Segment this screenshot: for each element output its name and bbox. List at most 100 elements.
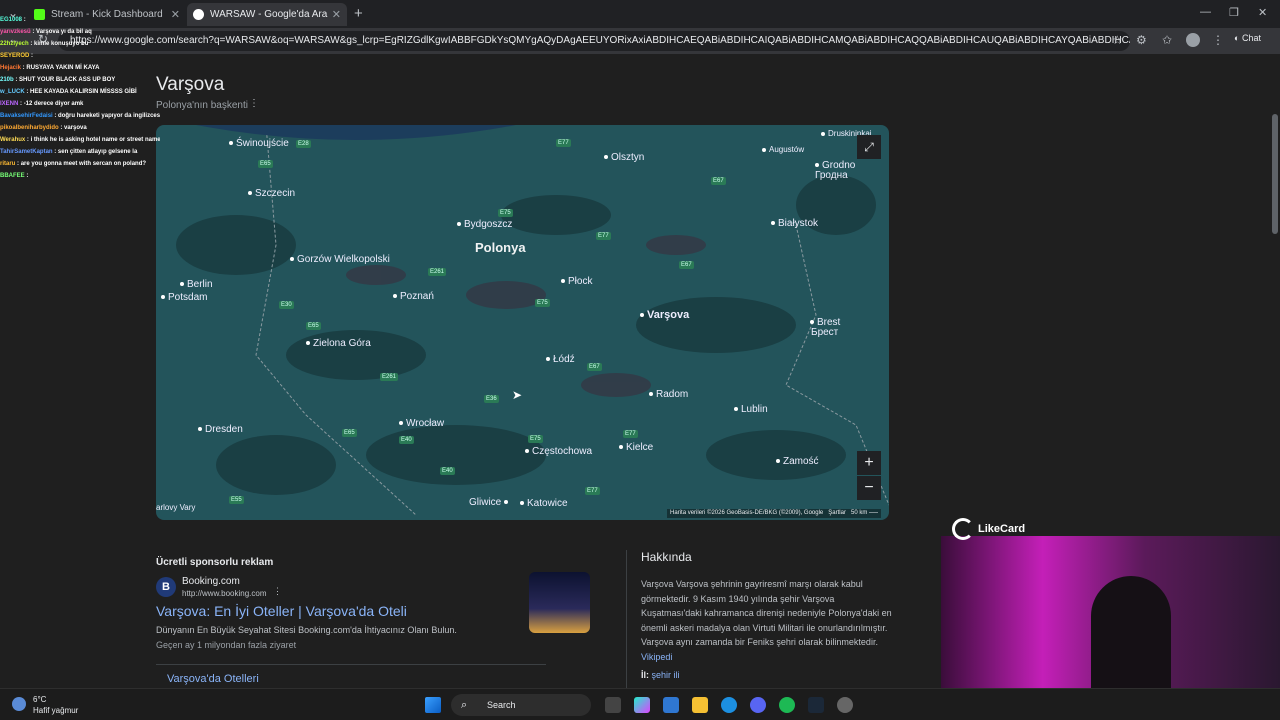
ad-thumbnail[interactable]: [529, 572, 590, 633]
chat-text: are you gonna meet with sercan on poland…: [20, 161, 147, 167]
chat-message: pikoalbeniharbydido : varşova: [0, 125, 87, 131]
google-icon: [193, 9, 204, 20]
city-label: Gliwice: [469, 497, 511, 508]
ad-site-name[interactable]: Booking.com: [182, 576, 240, 587]
city-label: Potsdam: [161, 292, 207, 303]
city-label: Bydgoszcz: [457, 219, 512, 230]
steam-icon[interactable]: [808, 697, 824, 713]
copilot-icon[interactable]: [634, 697, 650, 713]
weather-icon[interactable]: [12, 697, 26, 711]
road-label: E36: [484, 395, 499, 403]
road-label: E67: [711, 177, 726, 185]
road-label: E30: [279, 301, 294, 309]
city-label: Szczecin: [248, 188, 295, 199]
tab-strip: ⌄ Stream - Kick Dashboard ✕ WARSAW - Goo…: [0, 0, 1280, 28]
menu-icon[interactable]: ⋮: [1212, 33, 1224, 47]
chat-text: varşova: [64, 125, 87, 131]
road-label: E75: [535, 299, 550, 307]
map-attribution: Harita verileri ©2026 GeoBasis-DE/BKG (©…: [667, 509, 881, 518]
city-link[interactable]: şehir ili: [652, 670, 680, 680]
road-label: E40: [440, 467, 455, 475]
chat-text: i think he is asking hotel name or stree…: [30, 137, 160, 143]
city-label: arlovy Vary: [156, 503, 196, 512]
chat-username: w_LUCK: [0, 89, 25, 95]
chat-message: 22hzlyech : kimle konuşuyo bu: [0, 41, 89, 47]
city-label: Radom: [649, 389, 688, 400]
country-label: Polonya: [475, 240, 526, 255]
chat-message: yarıvzkesü : Varşova yı da bil aq: [0, 29, 92, 35]
ad-description: Dünyanın En Büyük Seyahat Sitesi Booking…: [156, 625, 457, 635]
new-tab-icon[interactable]: +: [354, 5, 363, 22]
ad-site-url[interactable]: http://www.booking.com: [182, 589, 266, 598]
ad-title-link[interactable]: Varşova: En İyi Oteller | Varşova'da Ote…: [156, 603, 407, 619]
chat-message: ritaru : are you gonna meet with sercan …: [0, 161, 147, 167]
road-label: E75: [498, 209, 513, 217]
chat-username: EG1008: [0, 17, 23, 23]
terms-link[interactable]: Şartlar: [828, 510, 846, 516]
chat-username: 210b: [0, 77, 14, 83]
road-label: E28: [296, 140, 311, 148]
chat-username: Werahux: [0, 137, 26, 143]
start-icon[interactable]: [425, 697, 441, 713]
chat-message: 210b : SHUT YOUR BLACK ASS UP BOY: [0, 77, 116, 83]
close-icon[interactable]: ✕: [171, 8, 180, 21]
city-label: Białystok: [771, 218, 818, 229]
star-icon[interactable]: ☆: [1112, 33, 1123, 47]
scrollbar[interactable]: [1272, 114, 1278, 234]
chat-username: BavaksehirFedaisi: [0, 113, 53, 119]
address-bar-row: ← ↻ https://www.google.com/search?q=WARS…: [0, 28, 1280, 54]
task-view-icon[interactable]: [605, 697, 621, 713]
close-icon[interactable]: ✕: [332, 8, 341, 21]
city-label: Gorzów Wielkopolski: [290, 255, 390, 265]
chat-text: kimle konuşuyo bu: [34, 41, 89, 47]
profile-icon[interactable]: [1186, 33, 1200, 47]
fullscreen-icon[interactable]: ⤢: [857, 135, 881, 159]
zoom-in-button[interactable]: +: [857, 451, 881, 475]
city-label: Łódź: [546, 354, 575, 365]
road-label: E77: [585, 487, 600, 495]
webcam-overlay: [941, 536, 1280, 688]
likecard-logo: LikeCard: [952, 518, 1025, 540]
minimize-icon[interactable]: —: [1200, 6, 1211, 18]
road-label: E261: [428, 268, 447, 276]
chat-username: 22hzlyech: [0, 41, 29, 47]
chat-message: SEYEROD :: [0, 53, 34, 59]
page-subtitle: Polonya'nın başkenti: [156, 100, 248, 111]
extensions-icon[interactable]: ⚙: [1136, 33, 1147, 47]
map[interactable]: Polonya Świnoujście Szczecin Bydgoszcz O…: [156, 125, 889, 520]
ad-options-icon[interactable]: ⋮: [273, 586, 282, 597]
discord-icon[interactable]: [750, 697, 766, 713]
search-icon: ⌕: [461, 699, 468, 711]
file-explorer-icon[interactable]: [692, 697, 708, 713]
city-label: Płock: [561, 276, 592, 287]
chat-message: IXENN : -12 derece diyor amk: [0, 101, 84, 107]
chat-message: Hejacik : RUSYAYA YAKIN Mİ KAYA: [0, 65, 100, 71]
spotify-icon[interactable]: [779, 697, 795, 713]
chat-button[interactable]: ◐ Chat: [1234, 33, 1261, 43]
url-field[interactable]: https://www.google.com/search?q=WARSAW&o…: [58, 31, 1130, 51]
store-icon[interactable]: [663, 697, 679, 713]
sitelink[interactable]: Varşova'da Otelleri: [167, 673, 259, 685]
chat-text: SHUT YOUR BLACK ASS UP BOY: [19, 77, 116, 83]
app-icon[interactable]: [837, 697, 853, 713]
restore-icon[interactable]: ❐: [1229, 6, 1239, 19]
chat-username: ritaru: [0, 161, 16, 167]
zoom-out-button[interactable]: −: [857, 476, 881, 500]
weather-widget[interactable]: 6°C Hafif yağmur: [33, 694, 78, 716]
more-options-icon[interactable]: ⋮: [249, 98, 259, 109]
city-label-warsaw[interactable]: Varşova: [640, 309, 689, 321]
close-window-icon[interactable]: ✕: [1258, 6, 1267, 19]
chat-message: w_LUCK : HEE KAYADA KALIRSIN MİSSSS GİBİ: [0, 89, 137, 95]
tab-label: WARSAW - Google'da Ara: [210, 9, 328, 20]
chat-message: TahirSametKaptan : sen çitten atlayıp ge…: [0, 149, 138, 155]
city-label: Olsztyn: [604, 152, 644, 163]
favorites-icon[interactable]: ✩: [1162, 33, 1172, 47]
chat-text: sen çitten atlayıp gelsene la: [57, 149, 138, 155]
taskbar-search[interactable]: ⌕ Search: [451, 694, 591, 716]
edge-icon[interactable]: [721, 697, 737, 713]
page-title: Varşova: [156, 74, 225, 95]
city-label: Katowice: [520, 498, 568, 509]
tab-google-search[interactable]: WARSAW - Google'da Ara ✕: [187, 3, 347, 26]
wikipedia-link[interactable]: Vikipedi: [641, 652, 672, 662]
about-city: İl: şehir ili: [641, 670, 680, 680]
